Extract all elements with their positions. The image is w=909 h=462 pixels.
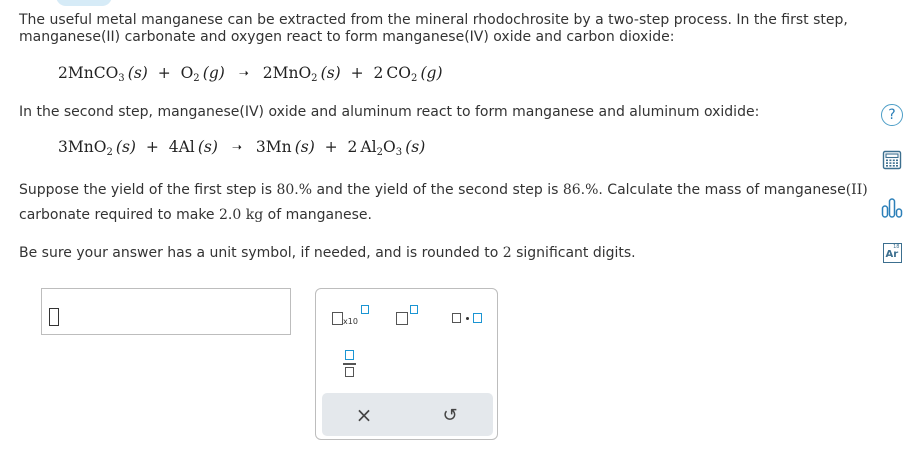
reaction-arrow-icon: ➝ bbox=[238, 66, 249, 80]
reaction-arrow-icon: ➝ bbox=[231, 140, 242, 154]
calculator-icon bbox=[882, 150, 902, 170]
box-icon bbox=[452, 313, 461, 323]
undo-button[interactable]: ↺ bbox=[438, 403, 462, 427]
help-button[interactable]: ? bbox=[880, 103, 904, 127]
intro-line-1: The useful metal manganese can be extrac… bbox=[19, 12, 848, 28]
equation-step-2: 3MnO2 (s) + 4Al (s) ➝ 3Mn (s) + 2 Al2O3 … bbox=[58, 138, 426, 158]
denominator-box-icon bbox=[345, 367, 354, 377]
step-2-description: In the second step, manganese(IV) oxide … bbox=[19, 104, 760, 120]
numerator-box-icon bbox=[345, 350, 354, 360]
equation-step-1: 2MnCO3 (s) + O2 (g) ➝ 2MnO2 (s) + 2 CO2 … bbox=[58, 64, 443, 84]
x10-label: x10 bbox=[343, 317, 358, 326]
periodic-table-button[interactable]: 18 Ar bbox=[880, 241, 904, 265]
input-cursor bbox=[49, 308, 59, 326]
superscript-box-icon bbox=[410, 305, 418, 314]
fraction-button[interactable] bbox=[340, 347, 360, 379]
periodic-table-icon: 18 Ar bbox=[882, 243, 902, 263]
element-symbol-label: Ar bbox=[885, 249, 899, 260]
superscript-button[interactable] bbox=[394, 303, 426, 329]
box-icon bbox=[473, 313, 482, 323]
clear-button[interactable]: × bbox=[352, 403, 376, 427]
scientific-notation-button[interactable]: x10 bbox=[330, 303, 372, 329]
calculator-button[interactable] bbox=[880, 148, 904, 172]
dot-icon bbox=[466, 317, 469, 320]
instructions: Be sure your answer has a unit symbol, i… bbox=[19, 245, 636, 261]
bar-chart-icon bbox=[881, 198, 903, 218]
fraction-bar-icon bbox=[343, 363, 356, 365]
data-button[interactable] bbox=[880, 196, 904, 220]
yield-line-1: Suppose the yield of the first step is 8… bbox=[19, 182, 868, 198]
math-palette: x10 × ↺ bbox=[315, 288, 498, 440]
multiply-dot-button[interactable] bbox=[448, 309, 488, 327]
palette-action-bar bbox=[322, 393, 493, 436]
intro-line-2: manganese(II) carbonate and oxygen react… bbox=[19, 29, 675, 45]
base-box-icon bbox=[332, 312, 343, 325]
help-icon: ? bbox=[881, 104, 903, 126]
collapse-tab[interactable] bbox=[56, 0, 112, 6]
yield-line-2: carbonate required to make 2.0 kg of man… bbox=[19, 207, 372, 223]
base-box-icon bbox=[396, 312, 408, 325]
exponent-box-icon bbox=[361, 305, 369, 314]
answer-input[interactable] bbox=[41, 288, 291, 335]
